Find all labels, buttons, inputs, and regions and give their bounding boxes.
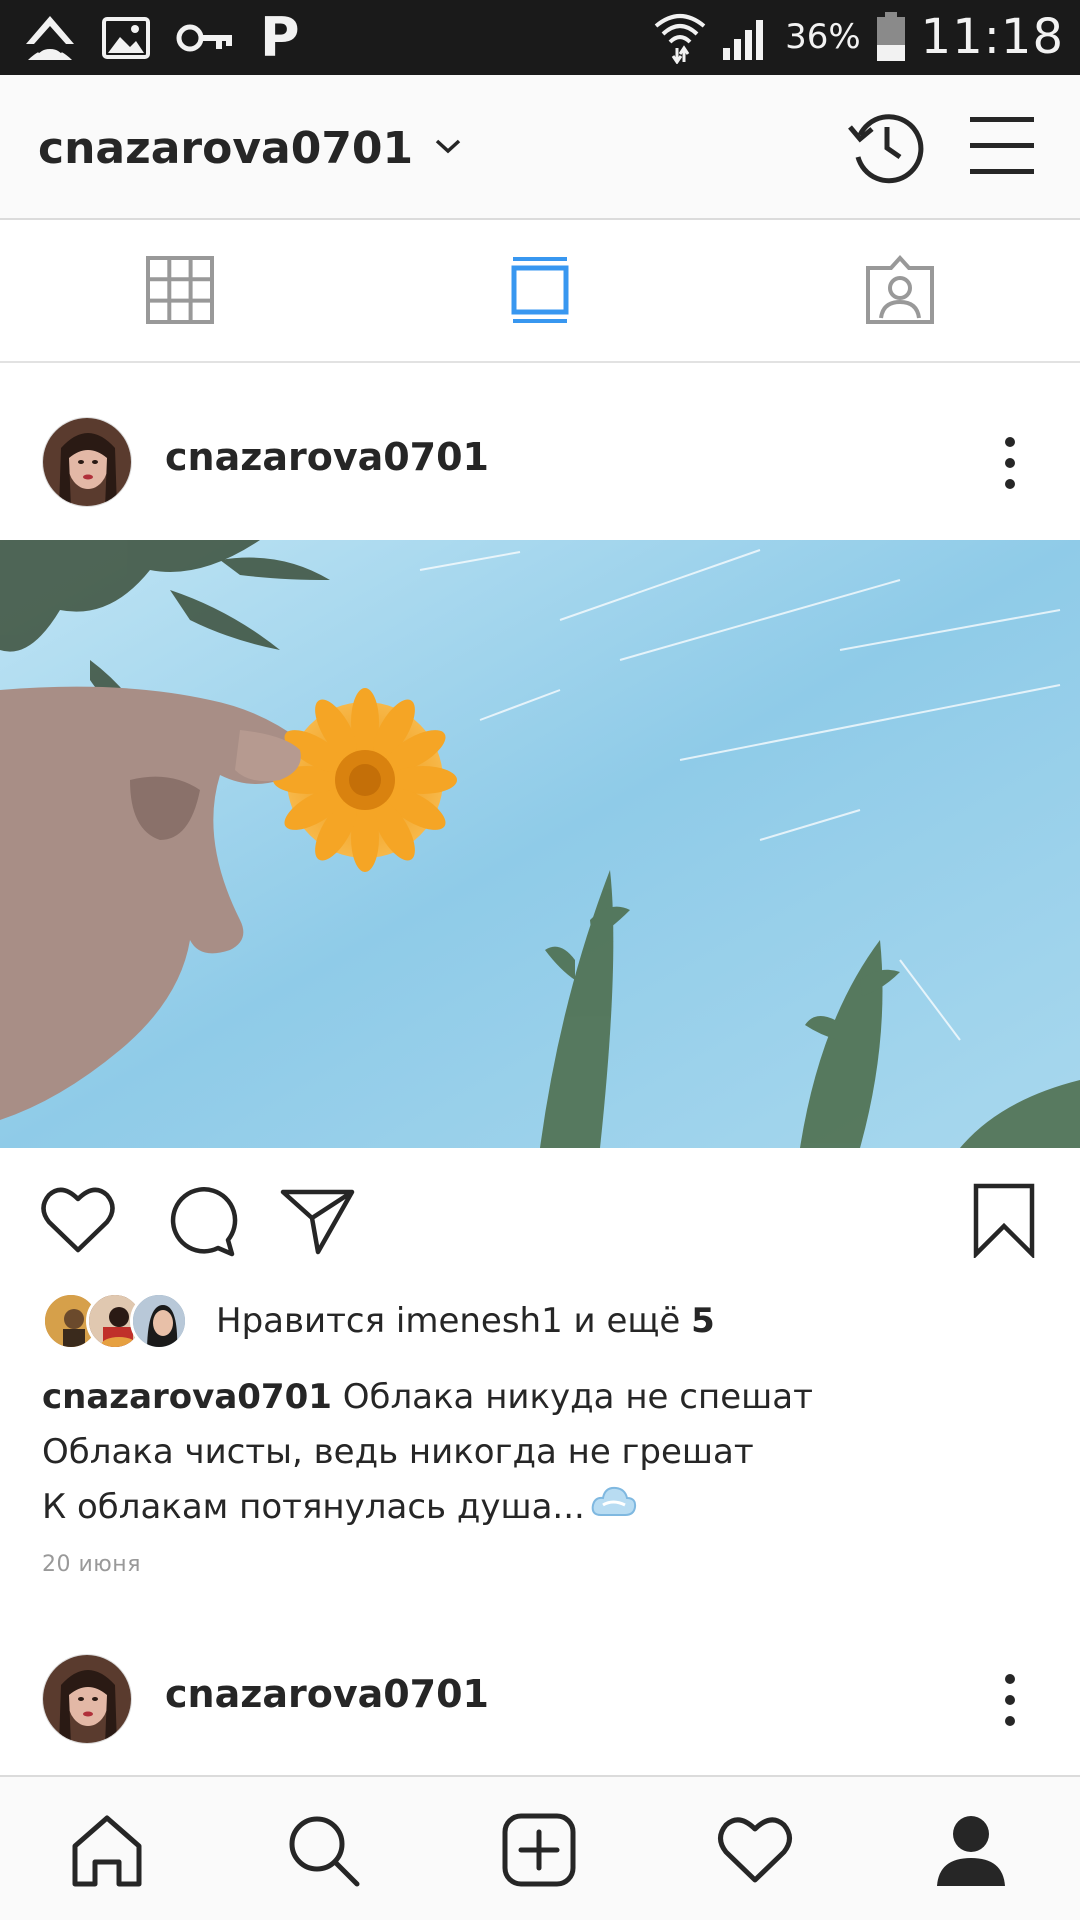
add-post-icon[interactable] bbox=[494, 1805, 584, 1895]
hamburger-menu-icon[interactable] bbox=[966, 111, 1038, 181]
avatar[interactable] bbox=[42, 417, 132, 507]
chevron-down-icon bbox=[435, 138, 461, 158]
bookmark-icon[interactable] bbox=[966, 1182, 1042, 1260]
post-header: cnazarova0701 bbox=[0, 395, 1080, 535]
caption-line-1: Облака никуда не спешат bbox=[331, 1377, 813, 1417]
heart-icon[interactable] bbox=[40, 1182, 116, 1258]
header-username: cnazarova0701 bbox=[38, 122, 414, 174]
tagged-person-icon bbox=[863, 254, 937, 330]
profile-icon[interactable] bbox=[926, 1805, 1016, 1895]
liker-avatars bbox=[42, 1292, 192, 1350]
image-icon bbox=[102, 17, 150, 59]
post-caption: cnazarova0701 Облака никуда не спешат Об… bbox=[42, 1370, 1042, 1536]
post-date: 20 июня bbox=[42, 1552, 141, 1577]
liker-username[interactable]: imenesh1 bbox=[396, 1301, 563, 1341]
caption-username[interactable]: cnazarova0701 bbox=[42, 1377, 332, 1417]
tab-feed-view[interactable] bbox=[360, 220, 720, 363]
more-options-icon[interactable] bbox=[990, 1668, 1030, 1732]
tab-tagged-view[interactable] bbox=[720, 220, 1080, 363]
caption-line-3: К облакам потянулась душа... bbox=[42, 1487, 585, 1527]
battery-percent: 36% bbox=[785, 17, 861, 57]
key-icon bbox=[176, 21, 234, 55]
cloud-emoji-icon bbox=[591, 1481, 637, 1536]
search-icon[interactable] bbox=[278, 1805, 368, 1895]
post-username[interactable]: cnazarova0701 bbox=[165, 1672, 489, 1716]
comment-icon[interactable] bbox=[162, 1182, 238, 1258]
caption-line-2: Облака чисты, ведь никогда не грешат bbox=[42, 1432, 754, 1472]
post-username[interactable]: cnazarova0701 bbox=[165, 435, 489, 479]
avatar[interactable] bbox=[42, 1654, 132, 1744]
status-bar-notifications: P bbox=[24, 10, 300, 66]
account-switcher[interactable]: cnazarova0701 bbox=[38, 115, 461, 181]
post-header: cnazarova0701 bbox=[0, 1632, 1080, 1772]
post-actions bbox=[0, 1172, 1080, 1262]
avatar bbox=[130, 1292, 188, 1350]
wifi-icon bbox=[653, 10, 707, 64]
profile-view-tabs bbox=[0, 220, 1080, 363]
post-photo[interactable] bbox=[0, 540, 1080, 1148]
feed-list-icon bbox=[510, 254, 570, 330]
status-bar-system: 36% 11:18 bbox=[653, 4, 1064, 70]
grid-icon bbox=[145, 255, 215, 329]
share-icon[interactable] bbox=[280, 1182, 356, 1258]
home-icon[interactable] bbox=[62, 1805, 152, 1895]
battery-icon bbox=[875, 11, 907, 63]
more-options-icon[interactable] bbox=[990, 431, 1030, 495]
history-icon[interactable] bbox=[846, 105, 928, 187]
likes-count[interactable]: 5 bbox=[691, 1301, 715, 1341]
app-notification-icon bbox=[24, 14, 76, 62]
likes-text: Нравится imenesh1 и ещё 5 bbox=[216, 1301, 715, 1341]
tab-grid-view[interactable] bbox=[0, 220, 360, 363]
activity-heart-icon[interactable] bbox=[710, 1805, 800, 1895]
p-letter-icon: P bbox=[260, 6, 300, 69]
status-time: 11:18 bbox=[920, 9, 1064, 65]
likes-summary[interactable]: Нравится imenesh1 и ещё 5 bbox=[42, 1290, 715, 1352]
signal-icon bbox=[721, 12, 771, 62]
status-bar: P 36% 11:18 bbox=[0, 0, 1080, 75]
profile-header: cnazarova0701 bbox=[0, 75, 1080, 220]
bottom-navigation bbox=[0, 1775, 1080, 1920]
